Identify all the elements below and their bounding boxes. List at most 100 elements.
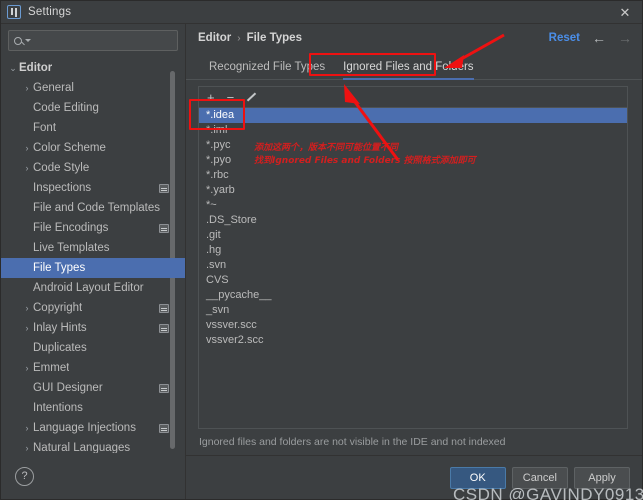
sidebar-item-gui-designer[interactable]: GUI Designer — [1, 378, 185, 398]
chevron-right-icon[interactable]: › — [21, 143, 33, 153]
title-bar: Settings ✕ — [1, 1, 642, 24]
sidebar-item-language-injections[interactable]: › Language Injections — [1, 418, 185, 438]
sidebar-item-label: File Types — [33, 262, 86, 274]
chevron-right-icon[interactable]: › — [21, 443, 33, 453]
settings-main-panel: Editor › File Types Reset ← → Recognized… — [186, 24, 643, 500]
sidebar-item-label: Font — [33, 122, 57, 134]
list-item[interactable]: *.pyc — [199, 138, 627, 153]
sidebar-item-label: Live Templates — [33, 242, 110, 254]
sidebar-item-font[interactable]: Font — [1, 118, 185, 138]
sidebar-item-android-layout-editor[interactable]: Android Layout Editor — [1, 278, 185, 298]
chevron-right-icon[interactable]: › — [21, 303, 33, 313]
chevron-right-icon[interactable]: › — [21, 323, 33, 333]
breadcrumb-separator-icon: › — [237, 32, 241, 44]
list-item[interactable]: CVS — [199, 273, 627, 288]
sidebar-item-intentions[interactable]: Intentions — [1, 398, 185, 418]
ignored-list-toolbar: + − — [198, 86, 628, 107]
window-title: Settings — [28, 6, 72, 18]
sidebar-item-label: Language Injections — [33, 422, 136, 434]
project-scope-icon — [159, 323, 169, 333]
list-item[interactable]: *.rbc — [199, 168, 627, 183]
sidebar-item-general[interactable]: › General — [1, 78, 185, 98]
ignored-files-list[interactable]: *.idea *.iml *.pyc *.pyo *.rbc *.yarb *~ .DS_St… — [198, 107, 628, 429]
reset-button[interactable]: Reset — [549, 32, 580, 44]
sidebar-item-live-templates[interactable]: Live Templates — [1, 238, 185, 258]
sidebar-item-inspections[interactable]: Inspections — [1, 178, 185, 198]
sidebar-item-label: Editor — [19, 62, 53, 74]
cancel-button[interactable]: Cancel — [511, 466, 568, 489]
add-button[interactable]: + — [207, 91, 215, 104]
chevron-right-icon[interactable]: › — [21, 423, 33, 433]
search-box[interactable] — [8, 30, 178, 51]
breadcrumb-parent[interactable]: Editor — [198, 32, 231, 44]
forward-arrow-icon[interactable]: → — [618, 31, 632, 45]
ok-button[interactable]: OK — [449, 466, 506, 489]
sidebar-item-label: GUI Designer — [33, 382, 103, 394]
sidebar-item-label: Code Editing — [33, 102, 99, 114]
sidebar-item-label: Inlay Hints — [33, 322, 87, 334]
list-item[interactable]: .svn — [199, 258, 627, 273]
list-item[interactable]: *.idea — [199, 108, 627, 123]
sidebar-item-natural-languages[interactable]: › Natural Languages — [1, 438, 185, 453]
dialog-footer: OK Cancel Apply — [186, 455, 642, 499]
search-icon — [14, 36, 22, 45]
sidebar-item-label: File and Code Templates — [33, 202, 160, 214]
list-item[interactable]: .hg — [199, 243, 627, 258]
list-item[interactable]: vssver2.scc — [199, 333, 627, 348]
sidebar-item-label: Color Scheme — [33, 142, 106, 154]
help-bar: ? — [1, 453, 185, 499]
settings-tree[interactable]: ⌄ Editor › General Code Editing Font › Color Sc… — [1, 55, 185, 453]
chevron-right-icon[interactable]: › — [21, 163, 33, 173]
sidebar-item-file-encodings[interactable]: File Encodings — [1, 218, 185, 238]
ignored-list-hint: Ignored files and folders are not visibl… — [199, 436, 506, 448]
remove-button[interactable]: − — [227, 91, 235, 104]
tab-recognized-file-types[interactable]: Recognized File Types — [200, 61, 334, 79]
back-arrow-icon[interactable]: ← — [592, 31, 606, 45]
sidebar-item-label: Intentions — [33, 402, 83, 414]
list-item[interactable]: vssver.scc — [199, 318, 627, 333]
sidebar-item-label: Code Style — [33, 162, 90, 174]
sidebar-item-label: General — [33, 82, 74, 94]
sidebar-item-inlay-hints[interactable]: › Inlay Hints — [1, 318, 185, 338]
sidebar-item-code-style[interactable]: › Code Style — [1, 158, 185, 178]
sidebar-item-emmet[interactable]: › Emmet — [1, 358, 185, 378]
file-types-tabs: Recognized File Types Ignored Files and F… — [186, 52, 642, 80]
project-scope-icon — [159, 383, 169, 393]
sidebar-item-duplicates[interactable]: Duplicates — [1, 338, 185, 358]
sidebar-item-code-editing[interactable]: Code Editing — [1, 98, 185, 118]
sidebar-item-color-scheme[interactable]: › Color Scheme — [1, 138, 185, 158]
help-icon[interactable]: ? — [15, 466, 34, 486]
page-title: File Types — [246, 32, 302, 44]
sidebar-item-label: Emmet — [33, 362, 70, 374]
list-item[interactable]: *~ — [199, 198, 627, 213]
list-item[interactable]: .git — [199, 228, 627, 243]
list-item[interactable]: __pycache__ — [199, 288, 627, 303]
sidebar-item-file-types[interactable]: File Types — [1, 258, 185, 278]
project-scope-icon — [159, 183, 169, 193]
search-wrap — [1, 24, 185, 55]
list-item[interactable]: *.yarb — [199, 183, 627, 198]
list-item[interactable]: .DS_Store — [199, 213, 627, 228]
sidebar-item-file-and-code-templates[interactable]: File and Code Templates — [1, 198, 185, 218]
chevron-down-icon[interactable]: ⌄ — [7, 63, 19, 74]
settings-window: Settings ✕ ⌄ Editor › General Code Editing Fo… — [0, 0, 643, 500]
intellij-idea-icon — [7, 5, 21, 19]
list-item[interactable]: *.iml — [199, 123, 627, 138]
tab-ignored-files-and-folders[interactable]: Ignored Files and Folders — [334, 61, 482, 80]
sidebar-item-label: Inspections — [33, 182, 92, 194]
chevron-right-icon[interactable]: › — [21, 83, 33, 93]
search-input[interactable] — [31, 34, 178, 47]
project-scope-icon — [159, 423, 169, 433]
list-item[interactable]: _svn — [199, 303, 627, 318]
close-icon[interactable]: ✕ — [608, 1, 642, 24]
apply-button[interactable]: Apply — [574, 466, 630, 489]
chevron-right-icon[interactable]: › — [21, 363, 33, 373]
sidebar-item-label: Natural Languages — [33, 442, 131, 453]
sidebar-item-editor[interactable]: ⌄ Editor — [1, 58, 185, 78]
pencil-icon[interactable] — [246, 92, 257, 103]
sidebar-item-label: File Encodings — [33, 222, 109, 234]
list-item[interactable]: *.pyo — [199, 153, 627, 168]
sidebar-item-copyright[interactable]: › Copyright — [1, 298, 185, 318]
sidebar-item-label: Android Layout Editor — [33, 282, 144, 294]
project-scope-icon — [159, 303, 169, 313]
